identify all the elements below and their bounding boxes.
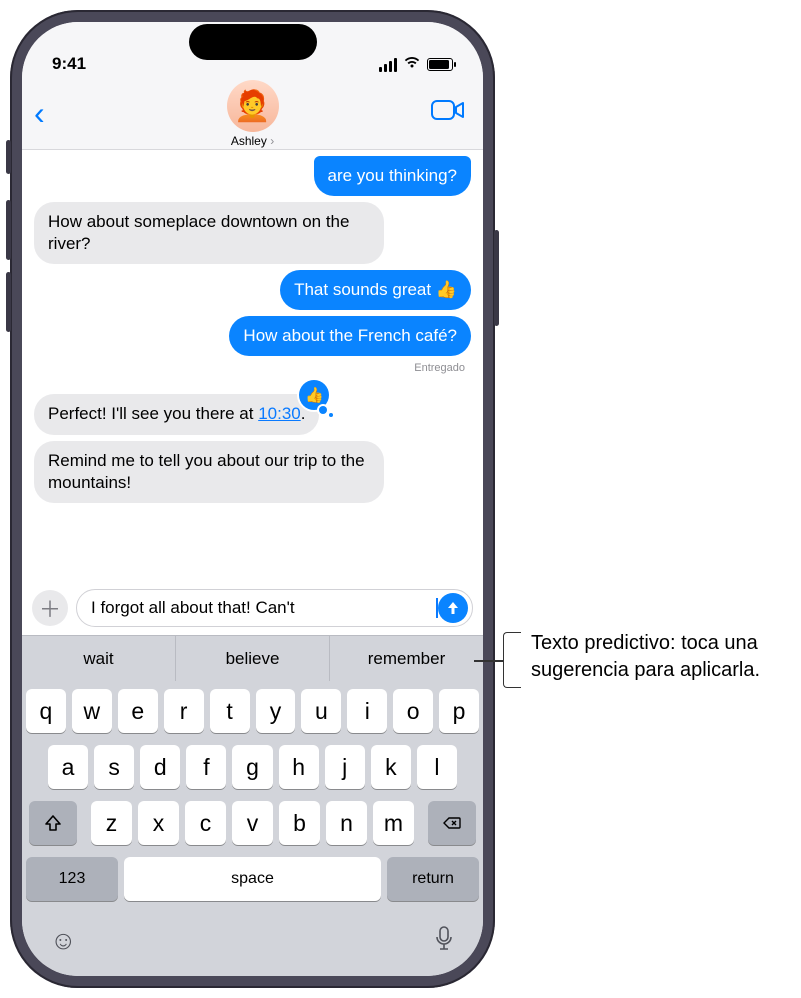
key-v[interactable]: v [232,801,273,845]
return-key[interactable]: return [387,857,479,901]
bubble-text: That sounds great 👍 [280,270,471,310]
numbers-key[interactable]: 123 [26,857,118,901]
key-k[interactable]: k [371,745,411,789]
key-a[interactable]: a [48,745,88,789]
message-thread[interactable]: are you thinking? How about someplace do… [22,150,483,583]
key-x[interactable]: x [138,801,179,845]
volume-down [6,272,11,332]
key-row: z x c v b n m [26,801,479,845]
key-h[interactable]: h [279,745,319,789]
message-received[interactable]: How about someplace downtown on the rive… [34,202,471,266]
input-text: I forgot all about that! Can't [91,598,436,618]
dynamic-island [189,24,317,60]
facetime-button[interactable] [431,99,465,126]
message-sent[interactable]: How about the French café? [34,316,471,358]
key-g[interactable]: g [232,745,272,789]
callout-text: Texto predictivo: toca una sugerencia pa… [531,630,761,684]
key-l[interactable]: l [417,745,457,789]
bubble-text: How about the French café? [229,316,471,356]
bubble-text: Perfect! I'll see you there at 10:30. 👍 [34,394,319,434]
key-w[interactable]: w [72,689,112,733]
bracket-icon [503,632,521,688]
annotation-callout: Texto predictivo: toca una sugerencia pa… [503,630,761,688]
bubble-text: How about someplace downtown on the rive… [34,202,384,264]
message-sent[interactable]: are you thinking? [34,156,471,198]
chevron-right-icon: › [270,134,274,148]
message-received[interactable]: Remind me to tell you about our trip to … [34,441,471,505]
key-d[interactable]: d [140,745,180,789]
key-u[interactable]: u [301,689,341,733]
wifi-icon [403,55,421,74]
predictive-suggestion[interactable]: remember [329,636,483,681]
backspace-key[interactable] [428,801,476,845]
emoji-key[interactable]: ☺ [50,925,77,958]
tapback-thumbsup[interactable]: 👍 [299,380,329,410]
contact-name: Ashley [231,134,267,148]
time-link[interactable]: 10:30 [258,404,301,423]
key-f[interactable]: f [186,745,226,789]
key-i[interactable]: i [347,689,387,733]
contact-header[interactable]: 🧑‍🦰 Ashley › [227,80,279,148]
key-z[interactable]: z [91,801,132,845]
delivered-status: Entregado [34,362,471,374]
shift-key[interactable] [29,801,77,845]
send-button[interactable] [438,593,468,623]
key-n[interactable]: n [326,801,367,845]
space-key[interactable]: space [124,857,381,901]
dictation-key[interactable] [433,925,455,958]
key-e[interactable]: e [118,689,158,733]
key-t[interactable]: t [210,689,250,733]
predictive-bar: wait believe remember [22,635,483,681]
status-time: 9:41 [52,54,86,74]
avatar: 🧑‍🦰 [227,80,279,132]
bubble-text: Remind me to tell you about our trip to … [34,441,384,503]
key-row: 123 space return [26,857,479,901]
key-row: q w e r t y u i o p [26,689,479,733]
key-p[interactable]: p [439,689,479,733]
message-received[interactable]: Perfect! I'll see you there at 10:30. 👍 [34,394,471,436]
composer: ＋ I forgot all about that! Can't [22,583,483,635]
key-row: a s d f g h j k l [26,745,479,789]
mute-switch [6,140,11,174]
key-j[interactable]: j [325,745,365,789]
predictive-suggestion[interactable]: wait [22,636,175,681]
nav-bar: ‹ 🧑‍🦰 Ashley › [22,76,483,150]
back-button[interactable]: ‹ [22,97,57,129]
battery-icon [427,58,453,71]
key-c[interactable]: c [185,801,226,845]
key-q[interactable]: q [26,689,66,733]
key-y[interactable]: y [256,689,296,733]
message-input[interactable]: I forgot all about that! Can't [76,589,473,627]
bubble-text: are you thinking? [314,156,471,196]
predictive-suggestion[interactable]: believe [175,636,329,681]
key-r[interactable]: r [164,689,204,733]
volume-up [6,200,11,260]
iphone-frame: 9:41 ‹ 🧑‍🦰 Ashley › are you thinking? [10,10,495,988]
key-b[interactable]: b [279,801,320,845]
power-button [494,230,499,326]
cellular-icon [379,58,397,72]
key-s[interactable]: s [94,745,134,789]
key-o[interactable]: o [393,689,433,733]
key-m[interactable]: m [373,801,414,845]
add-button[interactable]: ＋ [32,590,68,626]
keyboard: q w e r t y u i o p a s d f g h j k l [22,681,483,976]
message-sent[interactable]: That sounds great 👍 [34,270,471,312]
